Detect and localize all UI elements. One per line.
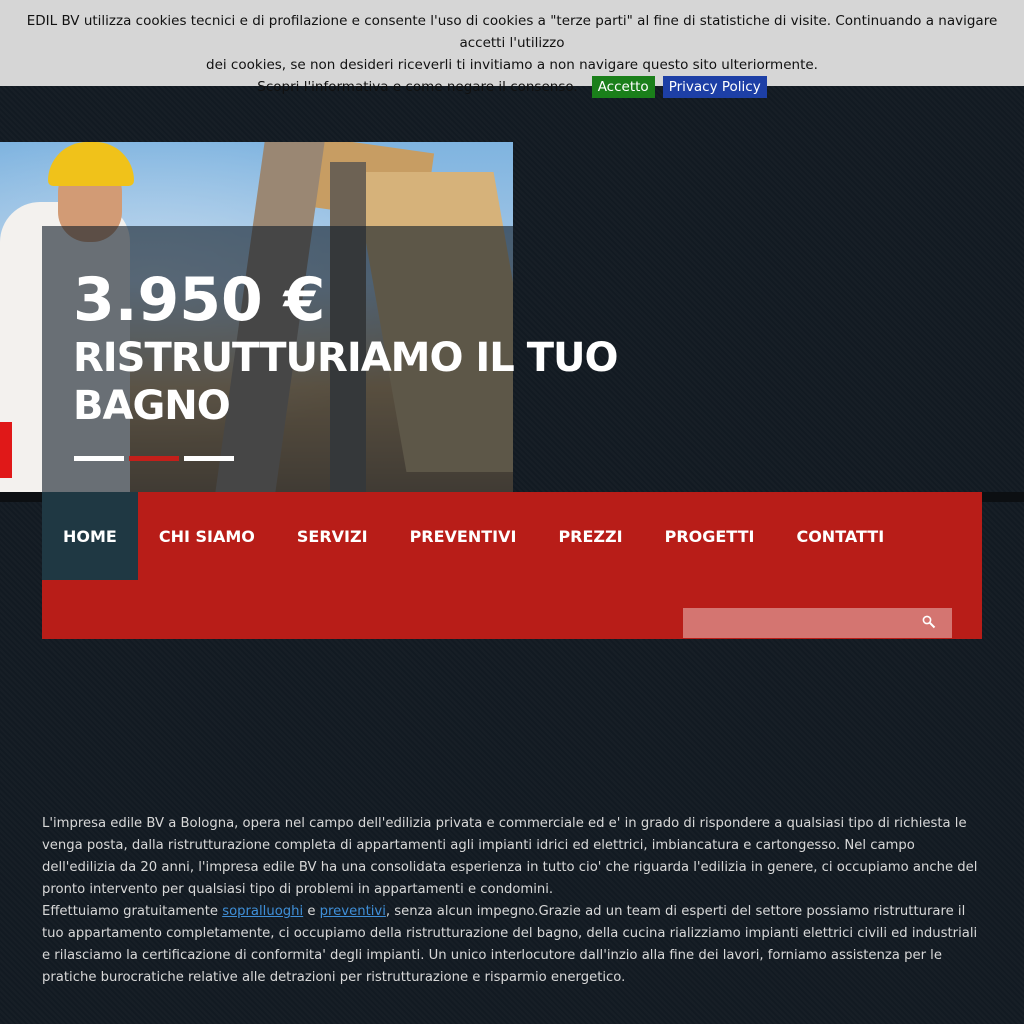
nav-item-prezzi[interactable]: PREZZI — [537, 492, 643, 580]
slider-dot-3[interactable] — [184, 456, 234, 461]
slider-dot-1[interactable] — [74, 456, 124, 461]
slider-red-accent — [0, 422, 12, 478]
privacy-policy-button[interactable]: Privacy Policy — [662, 76, 767, 98]
search-icon[interactable] — [922, 615, 936, 629]
cookie-actions: Scopri l'informativa e come negare il co… — [0, 76, 1024, 98]
nav-item-contatti[interactable]: CONTATTI — [775, 492, 905, 580]
slider-pagination — [74, 456, 234, 461]
hero-title-line1: RISTRUTTURIAMO IL TUO — [73, 335, 618, 381]
hero-title: RISTRUTTURIAMO IL TUO BAGNO — [73, 334, 673, 430]
nav-item-servizi[interactable]: SERVIZI — [276, 492, 389, 580]
nav-item-home[interactable]: HOME — [42, 492, 138, 580]
search-box — [683, 608, 952, 638]
nav-item-progetti[interactable]: PROGETTI — [644, 492, 776, 580]
hero-price: 3.950 € — [73, 265, 326, 335]
intro-p2-and: e — [303, 904, 320, 919]
intro-paragraph-2: Effettuiamo gratuitamente sopralluoghi e… — [42, 901, 984, 989]
nav-item-chi-siamo[interactable]: CHI SIAMO — [138, 492, 276, 580]
intro-text: L'impresa edile BV a Bologna, opera nel … — [42, 813, 984, 989]
cookie-text-line2: dei cookies, se non desideri riceverli t… — [206, 57, 818, 73]
search-input[interactable] — [683, 608, 929, 638]
cookie-text-line1: EDIL BV utilizza cookies tecnici e di pr… — [26, 13, 998, 51]
main-navigation: HOME CHI SIAMO SERVIZI PREVENTIVI PREZZI… — [42, 492, 982, 639]
sopralluoghi-link[interactable]: sopralluoghi — [222, 904, 303, 919]
accept-cookies-button[interactable]: Accetto — [591, 76, 655, 98]
nav-item-preventivi[interactable]: PREVENTIVI — [389, 492, 538, 580]
slider-dot-2[interactable] — [129, 456, 179, 461]
cookie-banner: EDIL BV utilizza cookies tecnici e di pr… — [0, 0, 1024, 98]
nav-menu: HOME CHI SIAMO SERVIZI PREVENTIVI PREZZI… — [42, 492, 982, 580]
intro-paragraph-1: L'impresa edile BV a Bologna, opera nel … — [42, 816, 978, 897]
cookie-text-line3: Scopri l'informativa e come negare il co… — [257, 79, 578, 95]
intro-p2-pre: Effettuiamo gratuitamente — [42, 904, 223, 919]
preventivi-link[interactable]: preventivi — [320, 904, 386, 919]
hero-title-line2: BAGNO — [73, 383, 231, 429]
